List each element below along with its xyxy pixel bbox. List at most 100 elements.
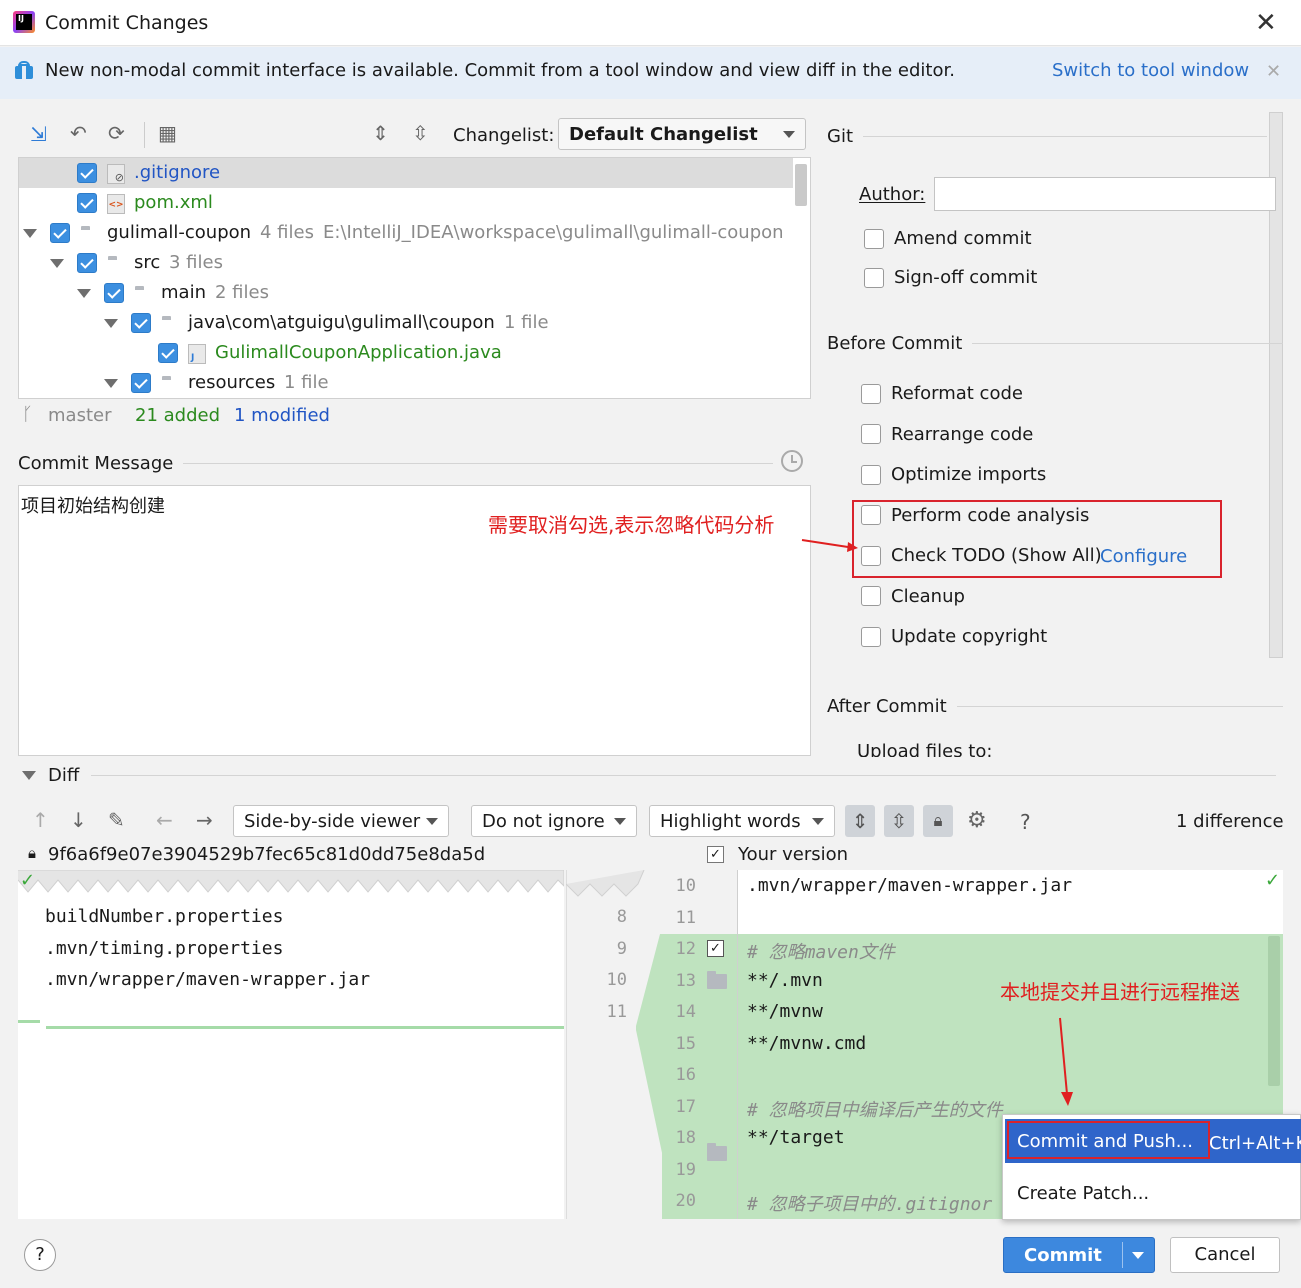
viewer-value: Side-by-side viewer — [244, 810, 421, 832]
tree-row-checkbox[interactable] — [50, 223, 70, 243]
right-line-number: 13 — [675, 970, 696, 991]
right-line-number: 19 — [675, 1159, 696, 1180]
switch-to-tool-window-link[interactable]: Switch to tool window — [1052, 60, 1249, 81]
tree-expand-icon[interactable] — [104, 319, 118, 328]
next-file-icon[interactable]: → — [196, 810, 213, 830]
right-version-checkbox[interactable]: ✓ — [707, 846, 724, 863]
tree-row-checkbox[interactable] — [131, 313, 151, 333]
prev-change-icon[interactable]: ↑ — [32, 810, 49, 830]
tree-row-checkbox[interactable] — [77, 253, 97, 273]
tree-row-checkbox[interactable] — [104, 283, 124, 303]
group-by-icon[interactable]: ▦ — [158, 123, 177, 143]
highlight-value: Highlight words — [660, 810, 801, 832]
after-commit-label: After Commit — [827, 696, 947, 717]
right-diff-scrollbar[interactable] — [1268, 936, 1280, 1086]
right-diff-line: **/mvnw.cmd — [747, 1032, 867, 1054]
diff-header[interactable]: Diff — [22, 765, 1276, 786]
commit-button[interactable]: Commit — [1003, 1237, 1155, 1273]
tree-row-label[interactable]: .gitignore — [134, 162, 220, 183]
before-commit-option-box[interactable] — [861, 383, 881, 404]
tree-expand-icon[interactable] — [23, 229, 37, 238]
tree-row-checkbox[interactable] — [131, 373, 151, 393]
help-button[interactable]: ? — [24, 1239, 56, 1271]
author-input[interactable] — [934, 177, 1276, 211]
tree-row-label[interactable]: src — [134, 252, 160, 273]
right-diff-line: **/.mvn — [747, 969, 823, 991]
viewer-select[interactable]: Side-by-side viewer — [233, 805, 449, 837]
tree-row-label[interactable]: java\com\atguigu\gulimall\coupon — [188, 312, 495, 333]
before-commit-option[interactable]: Reformat code — [861, 383, 1023, 404]
tree-row-count: 2 files — [215, 282, 269, 303]
branch-name: master — [48, 405, 112, 426]
changelist-label: Changelist: — [453, 125, 555, 146]
tree-row-count: 1 file — [284, 372, 329, 393]
left-diff-line: .mvn/wrapper/maven-wrapper.jar — [45, 969, 371, 990]
gutter-folder-icon-1 — [707, 971, 727, 989]
banner-text: New non-modal commit interface is availa… — [45, 60, 955, 81]
java-file-icon: J — [188, 344, 206, 364]
diff-collapse-icon[interactable] — [22, 771, 36, 780]
tree-row-checkbox[interactable] — [77, 193, 97, 213]
annotation-arrow-2 — [1059, 1017, 1073, 1106]
close-icon[interactable]: ✕ — [1255, 8, 1277, 38]
diff-help-icon[interactable]: ? — [1020, 810, 1031, 834]
left-fold-zigzag — [18, 870, 564, 893]
tree-row-label[interactable]: resources — [188, 372, 275, 393]
annotation-arrow-1 — [801, 539, 858, 552]
right-ok-check-icon: ✓ — [1265, 870, 1281, 891]
before-commit-option-box[interactable] — [861, 464, 881, 485]
right-line-number: 16 — [675, 1065, 696, 1085]
right-line-number: 12 — [675, 939, 696, 959]
amend-commit-box[interactable] — [864, 228, 884, 249]
collapse-unchanged-icon[interactable]: ⇕ — [845, 805, 875, 837]
before-commit-option[interactable]: Cleanup — [861, 586, 965, 607]
before-commit-label: Before Commit — [827, 333, 963, 354]
commit-dropdown-icon[interactable] — [1132, 1252, 1144, 1259]
tree-row-label[interactable]: main — [161, 282, 206, 303]
tree-row-label[interactable]: pom.xml — [134, 192, 213, 213]
highlight-select[interactable]: Highlight words — [649, 805, 835, 837]
refresh-icon[interactable]: ⟳ — [108, 123, 125, 143]
banner-close-icon[interactable]: ✕ — [1266, 61, 1281, 82]
signoff-commit-box[interactable] — [864, 267, 884, 288]
edit-source-icon[interactable]: ✎ — [108, 810, 125, 830]
tree-scrollbar[interactable] — [795, 164, 807, 206]
before-commit-option-box[interactable] — [861, 586, 881, 606]
amend-commit-label: Amend commit — [894, 228, 1032, 249]
tree-expand-icon[interactable] — [104, 379, 118, 388]
rollback-icon[interactable]: ↶ — [70, 123, 87, 143]
amend-commit-checkbox[interactable]: Amend commit — [864, 228, 1032, 249]
expand-all-icon[interactable]: ⇕ — [372, 123, 389, 143]
before-commit-option[interactable]: Optimize imports — [861, 464, 1046, 485]
tree-row-label[interactable]: gulimall-coupon — [107, 222, 251, 243]
tree-expand-icon[interactable] — [77, 289, 91, 298]
ignore-select[interactable]: Do not ignore — [471, 805, 637, 837]
right-diff-line: # 忽略子项目中的.gitignor — [747, 1194, 993, 1215]
ignore-file-icon: ⊘ — [107, 164, 125, 184]
before-commit-option-box[interactable] — [861, 424, 881, 444]
changelist-select[interactable]: Default Changelist — [558, 118, 806, 150]
window-title: Commit Changes — [45, 12, 209, 34]
show-diff-icon[interactable]: ⇲ — [30, 124, 47, 144]
tree-row-label[interactable]: GulimallCouponApplication.java — [215, 342, 502, 363]
collapse-all-icon[interactable]: ⇳ — [412, 123, 429, 143]
gutter-checkbox-icon[interactable]: ✓ — [707, 940, 724, 957]
history-icon[interactable] — [781, 450, 803, 472]
code-analysis-highlight-box — [852, 500, 1222, 578]
tree-row-checkbox[interactable] — [77, 163, 97, 183]
sync-scroll-icon[interactable]: ⇳ — [884, 805, 914, 837]
create-patch-item[interactable]: Create Patch... — [1017, 1183, 1149, 1204]
prev-file-icon[interactable]: ← — [156, 810, 173, 830]
diff-settings-icon[interactable]: ⚙ — [967, 810, 987, 832]
signoff-commit-checkbox[interactable]: Sign-off commit — [864, 267, 1037, 288]
tree-row-checkbox[interactable] — [158, 343, 178, 363]
lock-icon[interactable]: 🔒︎ — [923, 805, 953, 837]
before-commit-option-box[interactable] — [861, 626, 881, 647]
commit-button-label: Commit — [1024, 1245, 1102, 1266]
cancel-button[interactable]: Cancel — [1170, 1237, 1280, 1273]
commit-message-header: Commit Message — [18, 453, 773, 474]
before-commit-option[interactable]: Rearrange code — [861, 424, 1033, 445]
next-change-icon[interactable]: ↓ — [70, 810, 87, 830]
before-commit-option[interactable]: Update copyright — [861, 626, 1047, 647]
tree-expand-icon[interactable] — [50, 259, 64, 268]
